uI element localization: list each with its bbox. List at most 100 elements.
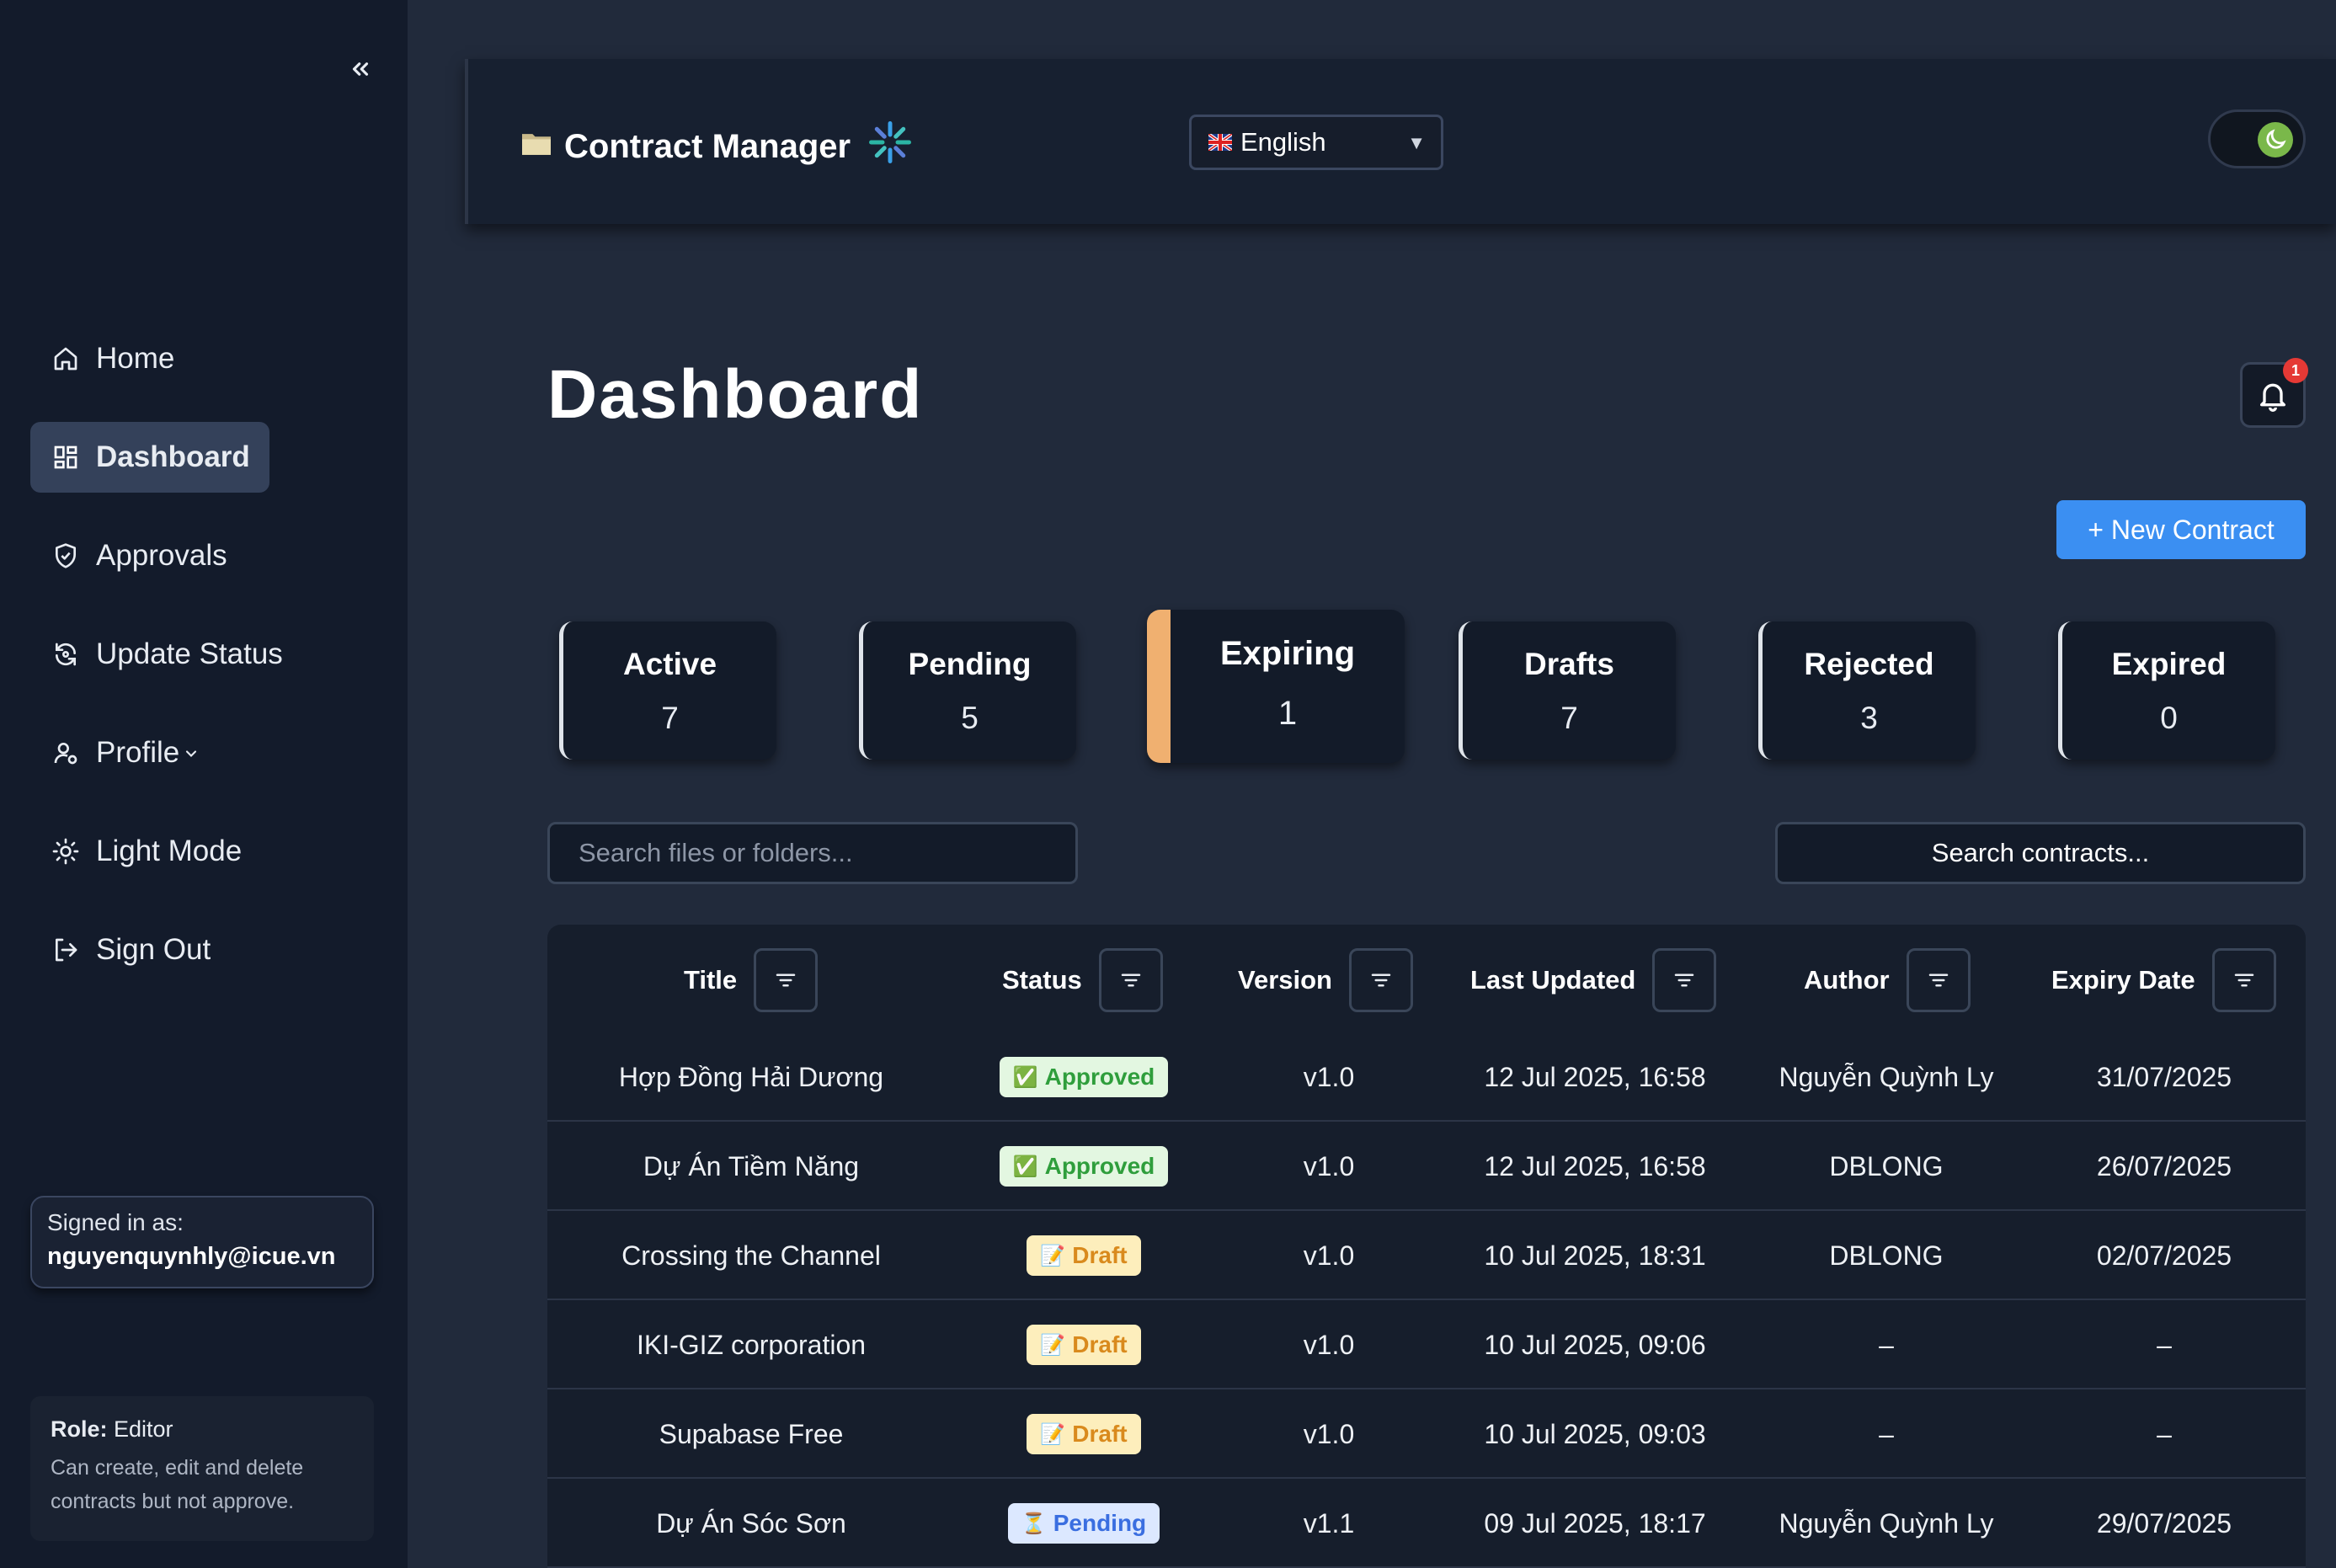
cell-expiry: – (2055, 1300, 2274, 1389)
double-chevron-left-icon (352, 62, 369, 76)
cell-status: 📝 Draft (949, 1211, 1219, 1300)
sidebar-nav: Home Dashboard Approvals Update Status P… (30, 323, 376, 1013)
column-label: Expiry Date (2051, 965, 2195, 995)
table-row[interactable]: IKI-GIZ corporation 📝 Draft v1.0 10 Jul 2025… (547, 1300, 2306, 1389)
cell-updated: 09 Jul 2025, 18:17 (1435, 1479, 1755, 1568)
row-version: v1.0 (1303, 1061, 1355, 1092)
row-last-updated: 10 Jul 2025, 09:06 (1484, 1329, 1706, 1360)
sidebar-item-approvals[interactable]: Approvals (30, 520, 376, 591)
table-row[interactable]: Supabase Free 📝 Draft v1.0 10 Jul 2025, 09:0… (547, 1389, 2306, 1479)
row-expiry-date: – (2157, 1329, 2172, 1360)
status-text: Draft (1072, 1242, 1128, 1268)
app-title: Contract Manager (564, 127, 851, 165)
signed-in-email: nguyenquynhly@icue.vn (47, 1243, 336, 1270)
collapse-sidebar-button[interactable] (340, 49, 381, 89)
status-badge: ✅ Approved (999, 1057, 1169, 1097)
cell-version: v1.0 (1245, 1122, 1413, 1211)
cell-version: v1.0 (1245, 1032, 1413, 1122)
stat-card-active[interactable]: Active 7 (559, 621, 776, 760)
filter-button-author[interactable] (1906, 948, 1971, 1012)
sidebar-item-dashboard[interactable]: Dashboard (30, 422, 269, 493)
stat-label: Pending (908, 647, 1032, 681)
filter-icon (1675, 973, 1694, 987)
sidebar-item-update-status[interactable]: Update Status (30, 619, 376, 690)
cell-updated: 12 Jul 2025, 16:58 (1435, 1122, 1755, 1211)
cell-version: v1.0 (1245, 1211, 1413, 1300)
sidebar: Home Dashboard Approvals Update Status P… (0, 0, 408, 1568)
cell-title: Dự Án Tiềm Năng (557, 1122, 945, 1211)
top-header: Contract Manager English ▼ (465, 59, 2336, 224)
row-version: v1.0 (1303, 1329, 1355, 1360)
status-text: Draft (1072, 1331, 1128, 1357)
status-badge: 📝 Draft (1027, 1325, 1141, 1365)
sidebar-item-label: Update Status (96, 637, 283, 670)
language-value: English (1240, 127, 1326, 157)
sidebar-item-light-mode[interactable]: Light Mode (30, 816, 376, 887)
status-text: Approved (1044, 1153, 1155, 1179)
search-files-input[interactable]: Search files or folders... (547, 822, 1078, 884)
table-row[interactable]: Hợp Đồng Hải Dương ✅ Approved v1.0 12 Jul 20… (547, 1032, 2306, 1122)
table-row[interactable]: Dự Án Tiềm Năng ✅ Approved v1.0 12 Jul 2025,… (547, 1122, 2306, 1211)
cell-updated: 12 Jul 2025, 16:58 (1435, 1032, 1755, 1122)
table-row[interactable]: Dự Án Sóc Sơn ⏳ Pending v1.1 09 Jul 2025, 18… (547, 1479, 2306, 1568)
user-gear-icon (51, 738, 81, 768)
row-author: Nguyễn Quỳnh Ly (1779, 1061, 1994, 1092)
row-title: Crossing the Channel (621, 1240, 881, 1271)
column-label: Author (1804, 965, 1890, 995)
app-brand: Contract Manager (520, 120, 913, 173)
sidebar-item-profile[interactable]: Profile (30, 717, 376, 788)
search-contracts-input[interactable]: Search contracts... (1775, 822, 2306, 884)
uk-flag-icon (1208, 134, 1232, 151)
stat-value: 5 (961, 701, 979, 735)
stat-card-drafts[interactable]: Drafts 7 (1459, 621, 1676, 760)
role-box: Role: Editor Can create, edit and delete… (30, 1396, 374, 1541)
role-description: Can create, edit and delete contracts bu… (51, 1456, 304, 1513)
row-title: IKI-GIZ corporation (636, 1329, 867, 1360)
stat-label: Expiring (1219, 635, 1356, 672)
column-header-status: Status (1002, 948, 1163, 1012)
table-row[interactable]: Crossing the Channel 📝 Draft v1.0 10 Jul 202… (547, 1211, 2306, 1300)
role-line: Role: Editor (51, 1416, 354, 1443)
refresh-icon (51, 639, 81, 669)
stat-card-rejected[interactable]: Rejected 3 (1758, 621, 1976, 760)
cell-author: Nguyễn Quỳnh Ly (1752, 1032, 2021, 1122)
status-icon: ✅ (1012, 1155, 1038, 1178)
status-badge: 📝 Draft (1027, 1414, 1141, 1454)
role-label: Role: (51, 1416, 108, 1442)
row-version: v1.0 (1303, 1240, 1355, 1271)
row-version: v1.1 (1303, 1507, 1355, 1539)
filter-icon (1371, 973, 1391, 987)
cell-author: DBLONG (1752, 1211, 2021, 1300)
sidebar-item-home[interactable]: Home (30, 323, 376, 394)
filter-button-last-updated[interactable] (1652, 948, 1717, 1012)
new-contract-button[interactable]: + New Contract (2056, 500, 2306, 559)
theme-toggle[interactable] (2208, 109, 2306, 168)
stat-value: 3 (1860, 701, 1878, 735)
sidebar-item-sign-out[interactable]: Sign Out (30, 915, 376, 985)
stat-card-expiring[interactable]: Expiring 1 (1147, 610, 1405, 763)
row-last-updated: 12 Jul 2025, 16:58 (1484, 1150, 1706, 1181)
filter-icon (1121, 973, 1140, 987)
bell-icon (2260, 383, 2285, 412)
filter-button-version[interactable] (1349, 948, 1413, 1012)
notifications-button[interactable]: 1 (2240, 358, 2308, 428)
stat-card-pending[interactable]: Pending 5 (859, 621, 1076, 760)
column-label: Status (1002, 965, 1082, 995)
filter-button-expiry-date[interactable] (2211, 948, 2276, 1012)
sun-icon (51, 836, 81, 867)
signed-in-box: Signed in as: nguyenquynhly@icue.vn (30, 1196, 374, 1288)
filter-icon (776, 973, 796, 987)
stat-label: Active (622, 647, 717, 681)
cell-title: Crossing the Channel (557, 1211, 945, 1300)
filter-button-status[interactable] (1098, 948, 1163, 1012)
chevron-down-icon (183, 736, 200, 770)
language-select[interactable]: English ▼ (1189, 115, 1443, 170)
column-header-version: Version (1238, 948, 1413, 1012)
row-title: Hợp Đồng Hải Dương (618, 1061, 884, 1092)
stat-label: Expired (2111, 647, 2227, 681)
cell-author: – (1752, 1389, 2021, 1479)
spinner-icon (867, 120, 913, 173)
cell-title: Supabase Free (557, 1389, 945, 1479)
stat-card-expired[interactable]: Expired 0 (2058, 621, 2275, 760)
filter-button-title[interactable] (754, 948, 819, 1012)
